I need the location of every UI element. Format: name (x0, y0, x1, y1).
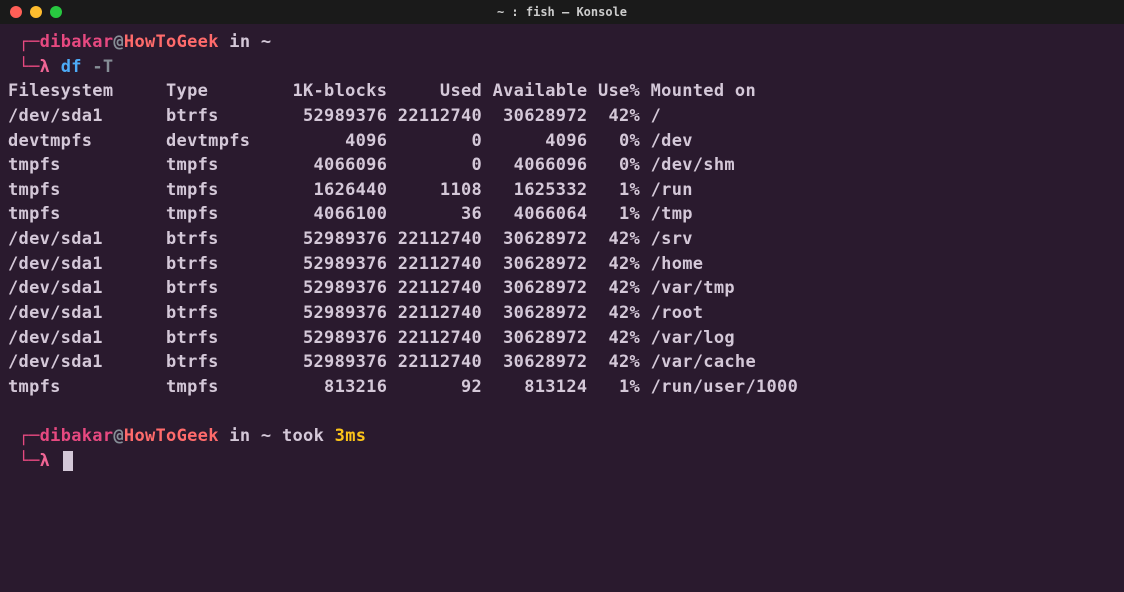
prompt-duration: 3ms (335, 426, 367, 446)
window-controls (10, 6, 62, 18)
prompt-bracket: ┌─ (19, 32, 40, 52)
blank-line (8, 400, 1116, 425)
prompt-user: dibakar (40, 32, 114, 52)
prompt-took: took (271, 426, 334, 446)
prompt-line-2-bottom: └─λ (8, 449, 1116, 474)
prompt-line-2-top: ┌─dibakar@HowToGeek in ~ took 3ms (8, 424, 1116, 449)
prompt-lambda: λ (40, 57, 61, 77)
prompt-line-1-bottom: └─λ df -T (8, 55, 1116, 80)
close-icon[interactable] (10, 6, 22, 18)
minimize-icon[interactable] (30, 6, 42, 18)
window-title: ~ : fish — Konsole (497, 5, 627, 19)
prompt-path: ~ (261, 32, 272, 52)
df-output: Filesystem Type 1K-blocks Used Available… (8, 79, 1116, 399)
prompt-line-1-top: ┌─dibakar@HowToGeek in ~ (8, 30, 1116, 55)
prompt-in: in (219, 32, 261, 52)
prompt-bracket: └─ (19, 451, 40, 471)
maximize-icon[interactable] (50, 6, 62, 18)
command: df (61, 57, 82, 77)
prompt-bracket: └─ (19, 57, 40, 77)
prompt-host: HowToGeek (124, 426, 219, 446)
prompt-path: ~ (261, 426, 272, 446)
prompt-bracket: ┌─ (19, 426, 40, 446)
prompt-in: in (219, 426, 261, 446)
prompt-at: @ (113, 32, 124, 52)
cursor (63, 451, 73, 471)
command-flag: -T (82, 57, 114, 77)
prompt-host: HowToGeek (124, 32, 219, 52)
prompt-lambda: λ (40, 451, 61, 471)
prompt-user: dibakar (40, 426, 114, 446)
titlebar: ~ : fish — Konsole (0, 0, 1124, 24)
prompt-at: @ (113, 426, 124, 446)
terminal-body[interactable]: ┌─dibakar@HowToGeek in ~ └─λ df -T Files… (0, 24, 1124, 480)
